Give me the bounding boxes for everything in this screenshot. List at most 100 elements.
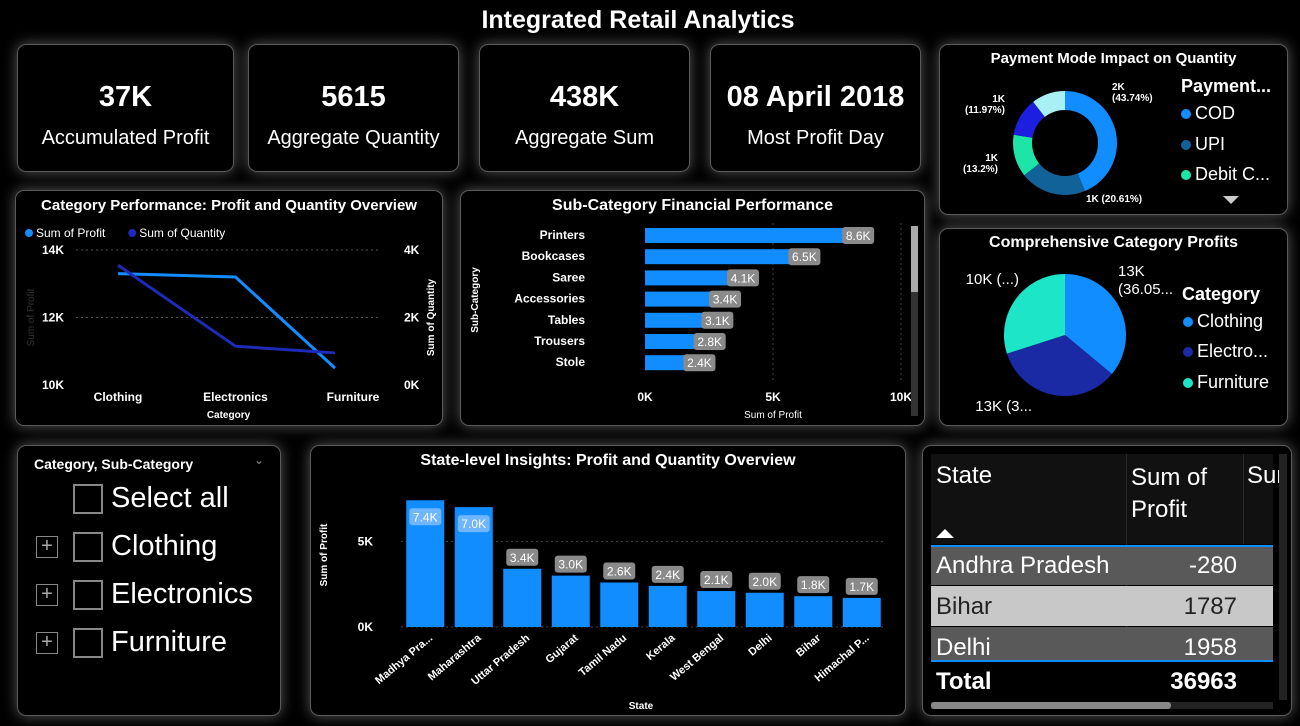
y2-tick-label: 0K bbox=[404, 378, 420, 392]
legend-dot bbox=[128, 229, 137, 237]
legend-dot bbox=[1183, 317, 1193, 327]
legend-item-upi[interactable]: UPI bbox=[1181, 134, 1225, 155]
scrollbar-thumb[interactable] bbox=[911, 226, 918, 292]
legend-scroll-down-icon[interactable] bbox=[1223, 196, 1239, 204]
x-tick-label: 10K bbox=[890, 390, 912, 404]
data-label: 3.1K bbox=[705, 314, 730, 328]
checkbox[interactable] bbox=[73, 580, 103, 610]
legend-item-clothing[interactable]: Clothing bbox=[1183, 311, 1263, 332]
category-slicer[interactable]: Category, Sub-Category ⌄ Select all + Cl… bbox=[17, 445, 281, 716]
payment-donut-card[interactable]: Payment Mode Impact on Quantity 2K (43.74… bbox=[939, 44, 1288, 215]
x-tick-label: Kerala bbox=[644, 632, 678, 663]
slicer-collapse-icon[interactable]: ⌄ bbox=[254, 453, 264, 467]
data-label: 2.4K bbox=[655, 568, 680, 582]
y-tick-label: Printers bbox=[540, 228, 586, 242]
x-tick-label: Bihar bbox=[794, 632, 824, 660]
legend-label: Debit C... bbox=[1195, 164, 1271, 184]
cell-state: Bihar bbox=[936, 593, 993, 620]
y-tick-label: 12K bbox=[42, 311, 64, 325]
column-header-state[interactable]: State bbox=[936, 462, 992, 490]
kpi-label: Aggregate Sum bbox=[515, 127, 654, 149]
y-tick-label: 10K bbox=[42, 378, 64, 392]
subcategory-bar-card[interactable]: Sub-Category Financial Performance 0K 5K 1… bbox=[460, 190, 925, 426]
chart-title: Comprehensive Category Profits bbox=[989, 234, 1238, 251]
expand-plus-icon[interactable]: + bbox=[36, 536, 58, 558]
slice-label: 13K (36.05... bbox=[1118, 263, 1173, 298]
legend-title: Category bbox=[1182, 284, 1261, 304]
legend-item-furniture[interactable]: Furniture bbox=[1183, 372, 1269, 393]
bar bbox=[648, 585, 687, 627]
category-line-chart: Sum of Profit Sum of Quantity 10K 12K 14K 0K 2… bbox=[25, 226, 437, 421]
legend-dot bbox=[1181, 140, 1191, 150]
data-label: 2.8K bbox=[697, 335, 722, 349]
legend-label: Clothing bbox=[1197, 311, 1264, 331]
bar bbox=[645, 249, 812, 265]
y-tick-label: 14K bbox=[42, 243, 64, 257]
state-bar-card[interactable]: State-level Insights: Profit and Quantit… bbox=[310, 445, 906, 716]
chart-title: Category Performance: Profit and Quantit… bbox=[41, 197, 417, 214]
data-label: 2.4K bbox=[687, 356, 712, 370]
checkbox[interactable] bbox=[73, 484, 103, 514]
legend-item-cod[interactable]: COD bbox=[1181, 103, 1235, 124]
chart-title: Sub-Category Financial Performance bbox=[552, 197, 833, 214]
state-bar-chart: 0K 5K Sum of Profit State 7.4K Madhya Pra... 7… bbox=[319, 500, 886, 712]
bar bbox=[794, 596, 833, 627]
scrollbar-thumb[interactable] bbox=[931, 702, 1171, 709]
bar bbox=[697, 591, 736, 627]
data-label: 3.4K bbox=[713, 293, 738, 307]
x-tick-label: 0K bbox=[637, 390, 653, 404]
slicer-title: Category, Sub-Category bbox=[34, 456, 194, 472]
expand-plus-icon[interactable]: + bbox=[36, 584, 58, 606]
legend-dot bbox=[25, 229, 33, 237]
slicer-item-select-all[interactable]: Select all bbox=[18, 482, 268, 518]
scrollbar[interactable] bbox=[911, 226, 918, 416]
legend-label: Sum of Profit bbox=[36, 226, 106, 240]
bar bbox=[600, 582, 639, 627]
kpi-card-quantity[interactable]: 5615 Aggregate Quantity bbox=[248, 44, 459, 172]
data-label: 8.6K bbox=[846, 229, 871, 243]
kpi-value: 438K bbox=[549, 81, 620, 113]
dashboard: Integrated Retail Analytics 37K Accumula… bbox=[0, 0, 1300, 726]
category-pie-card[interactable]: Comprehensive Category Profits 13K (36.05… bbox=[939, 228, 1288, 426]
x-axis-title: State bbox=[629, 701, 654, 712]
x-tick-label: Gujarat bbox=[543, 632, 580, 666]
expand-plus-icon[interactable]: + bbox=[36, 632, 58, 654]
x-tick-label: Furniture bbox=[327, 390, 380, 404]
y2-axis-title: Sum of Quantity bbox=[426, 278, 437, 356]
horizontal-scrollbar[interactable] bbox=[931, 702, 1273, 709]
page-title: Integrated Retail Analytics bbox=[481, 6, 795, 34]
vertical-scrollbar[interactable] bbox=[1279, 454, 1287, 700]
y-tick-label: Bookcases bbox=[522, 249, 586, 263]
data-label: 3.4K bbox=[510, 551, 535, 565]
kpi-card-profit[interactable]: 37K Accumulated Profit bbox=[17, 44, 234, 172]
checkbox[interactable] bbox=[73, 532, 103, 562]
cell-state: Delhi bbox=[936, 634, 991, 661]
kpi-card-day[interactable]: 08 April 2018 Most Profit Day bbox=[710, 44, 921, 172]
sort-ascending-icon[interactable] bbox=[936, 529, 954, 538]
legend-label: COD bbox=[1195, 103, 1235, 123]
donut-slice bbox=[1024, 163, 1085, 196]
state-table[interactable]: State Sum of Profit Sur Andhra Pradesh -… bbox=[922, 445, 1292, 716]
x-tick-label: Clothing bbox=[94, 390, 143, 404]
cell-profit: -280 bbox=[1188, 552, 1237, 579]
slicer-item-clothing[interactable]: + Clothing bbox=[18, 530, 268, 566]
legend-item-electronics[interactable]: Electro... bbox=[1183, 341, 1268, 362]
slicer-item-electronics[interactable]: + Electronics bbox=[18, 578, 268, 614]
y-tick-label: Stole bbox=[556, 355, 586, 369]
kpi-value: 37K bbox=[98, 81, 153, 113]
bar bbox=[842, 597, 881, 627]
y-tick-label: 5K bbox=[358, 534, 374, 548]
legend-label: Furniture bbox=[1197, 372, 1270, 392]
slicer-item-furniture[interactable]: + Furniture bbox=[18, 626, 268, 662]
slice-label: 13K (3... bbox=[975, 398, 1032, 415]
slice-label: 1K (20.61%) bbox=[1086, 194, 1142, 205]
total-value: 36963 bbox=[1170, 668, 1237, 695]
kpi-card-sum[interactable]: 438K Aggregate Sum bbox=[479, 44, 690, 172]
column-header-profit[interactable]: Sum of Profit bbox=[1131, 462, 1241, 526]
checkbox[interactable] bbox=[73, 628, 103, 658]
x-tick-label: Tamil Nadu bbox=[577, 632, 630, 679]
category-line-card[interactable]: Category Performance: Profit and Quantit… bbox=[15, 190, 443, 426]
legend-item-debit[interactable]: Debit C... bbox=[1181, 164, 1270, 185]
slice-label: 1K (11.97%) bbox=[965, 94, 1006, 116]
y-tick-label: Saree bbox=[552, 270, 585, 284]
